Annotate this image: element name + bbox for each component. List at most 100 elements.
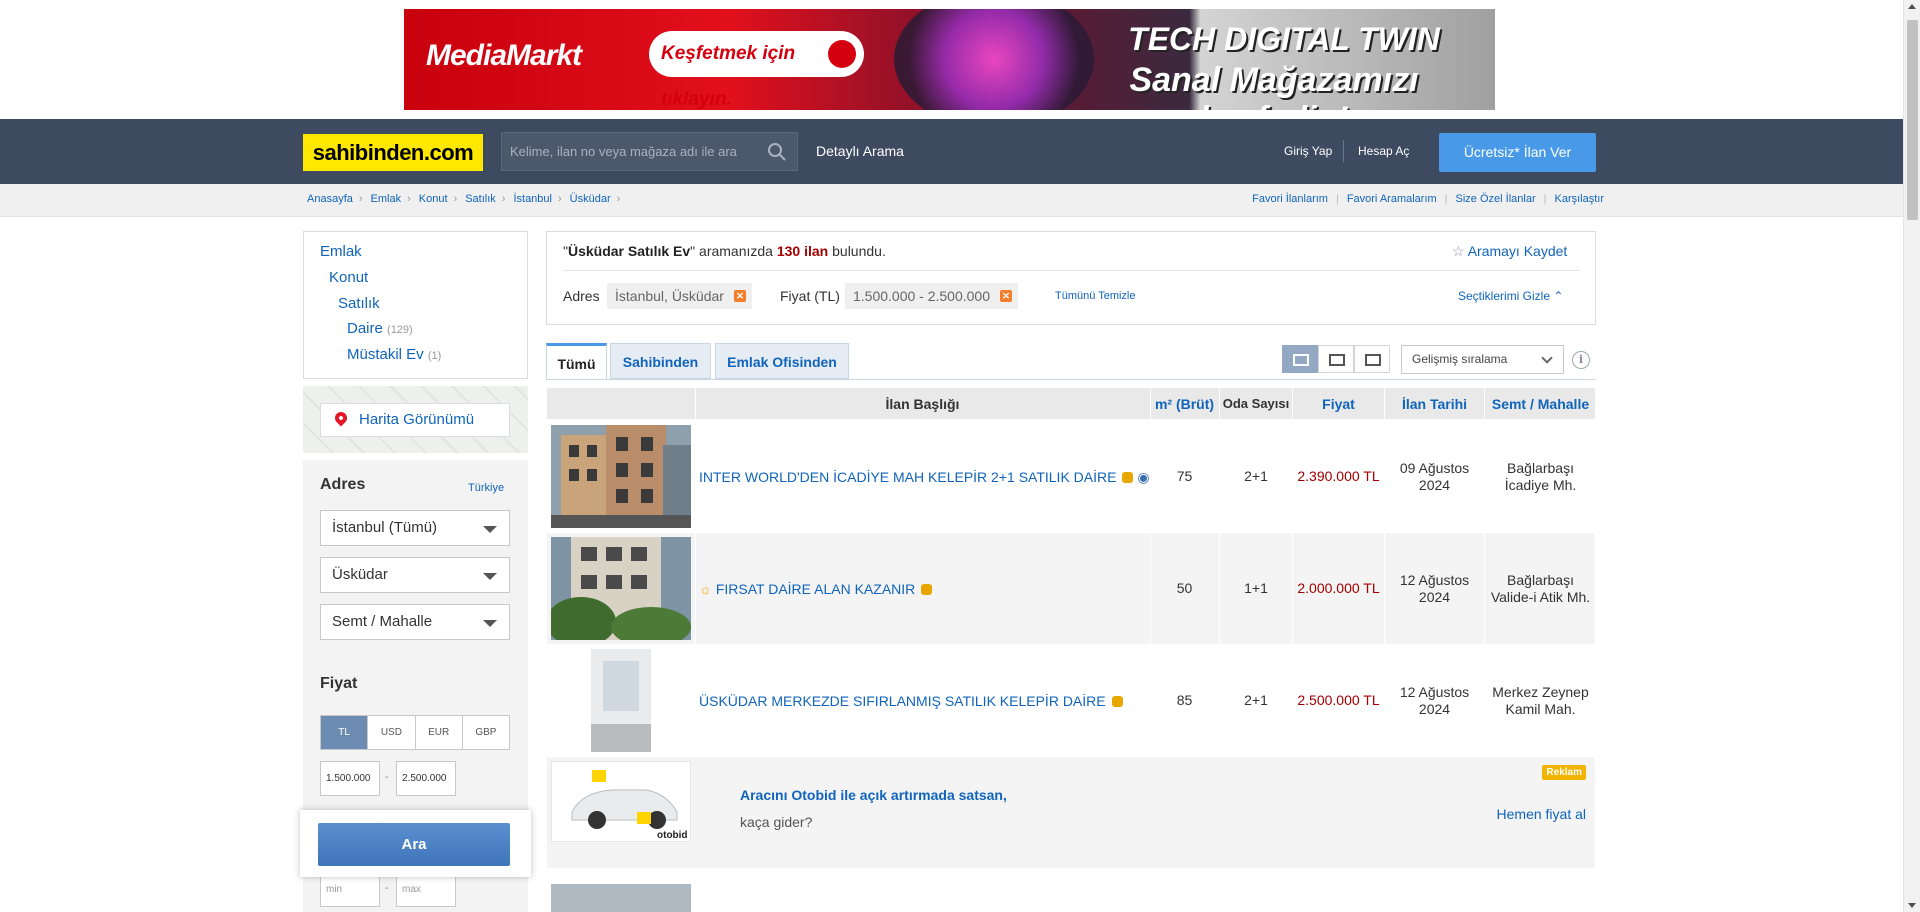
listing-price: 2.500.000 TL (1297, 692, 1380, 708)
category-emlak[interactable]: Emlak (320, 243, 362, 260)
range-dash: - (385, 772, 389, 783)
separator: | (1444, 193, 1448, 205)
summary-divider (563, 270, 1580, 271)
column-header-title: İlan Başlığı (885, 395, 960, 412)
breadcrumb-item[interactable]: Anasayfa (307, 193, 353, 205)
currency-selector: TL USD EUR GBP (320, 715, 510, 750)
breadcrumb-item[interactable]: İstanbul (513, 193, 552, 205)
column-header-area[interactable]: m² (Brüt) (1150, 388, 1219, 419)
grid-view-button[interactable] (1354, 345, 1390, 373)
city-select[interactable]: İstanbul (Tümü) (320, 510, 510, 546)
separator: | (1335, 193, 1339, 205)
listing-location: Bağlarbaşı İcadiye Mh. (1504, 459, 1577, 493)
column-header-rooms: Oda Sayısı (1222, 395, 1290, 411)
scroll-down-icon[interactable] (1908, 903, 1916, 908)
listing-photo[interactable] (551, 649, 691, 752)
recommended-listings-link[interactable]: Size Özel İlanlar (1456, 193, 1536, 205)
favorite-listings-link[interactable]: Favori İlanlarım (1252, 193, 1328, 205)
hide-selected-link[interactable]: Seçtiklerimi Gizle ⌃ (1458, 289, 1563, 303)
listing-photo[interactable] (551, 425, 691, 528)
column-header-date[interactable]: İlan Tarihi (1385, 388, 1484, 419)
negotiable-icon (1111, 696, 1123, 707)
site-logo[interactable]: sahibinden.com (303, 134, 483, 171)
column-header-price[interactable]: Fiyat (1293, 388, 1384, 419)
breadcrumb-item[interactable]: Üsküdar (570, 193, 611, 205)
category-daire[interactable]: Daire (129) (347, 320, 413, 337)
listing-photo[interactable] (551, 884, 691, 912)
column-divider (1150, 388, 1151, 756)
list-view-button[interactable] (1282, 345, 1318, 373)
ad-banner[interactable]: MediaMarkt Keşfetmek için tıklayın. TECH… (404, 9, 1495, 110)
breadcrumb-bar (0, 184, 1903, 217)
post-ad-button[interactable]: Ücretsiz* İlan Ver (1439, 133, 1596, 172)
country-link[interactable]: Türkiye (468, 482, 504, 494)
save-search-button[interactable]: ☆ Aramayı Kaydet (1452, 243, 1567, 260)
breadcrumb-item[interactable]: Konut (419, 193, 448, 205)
scroll-up-icon[interactable] (1908, 4, 1916, 9)
price-filter-chip[interactable]: 1.500.000 - 2.500.000 (845, 283, 1019, 309)
login-link[interactable]: Giriş Yap (1284, 144, 1332, 158)
banner-cta-button[interactable]: Keşfetmek için tıklayın. (649, 31, 864, 110)
sponsored-row[interactable]: otobid Aracını Otobid ile açık artırmada… (547, 757, 1595, 868)
signup-link[interactable]: Hesap Aç (1358, 144, 1409, 158)
category-label: Daire (347, 320, 383, 337)
listing-title[interactable]: INTER WORLD'DEN İCADİYE MAH KELEPİR 2+1 … (699, 469, 1150, 486)
listing-title[interactable]: ☼ FIRSAT DAİRE ALAN KAZANIR (699, 581, 933, 597)
price-min-input[interactable]: 1.500.000 (320, 761, 380, 796)
listing-title-text: INTER WORLD'DEN İCADİYE MAH KELEPİR 2+1 … (699, 469, 1117, 485)
breadcrumb-item[interactable]: Satılık (465, 193, 496, 205)
category-konut[interactable]: Konut (329, 269, 368, 286)
listing-date: 12 Ağustos 2024 (1399, 683, 1470, 717)
tab-by-agency[interactable]: Emlak Ofisinden (715, 343, 849, 379)
column-header-location[interactable]: Semt / Mahalle (1485, 388, 1596, 419)
breadcrumb-item[interactable]: Emlak (371, 193, 402, 205)
ad-badge: Reklam (1542, 765, 1586, 780)
price-filter-label: Fiyat (TL) (780, 288, 840, 304)
clear-all-filters-link[interactable]: Tümünü Temizle (1055, 290, 1136, 302)
negotiable-icon (1122, 472, 1134, 483)
vertical-scrollbar[interactable] (1903, 0, 1920, 912)
currency-gbp[interactable]: GBP (462, 716, 509, 749)
listing-photo[interactable] (551, 537, 691, 640)
chevron-right-icon: › (453, 193, 458, 205)
search-icon[interactable] (767, 142, 787, 162)
search-input[interactable] (502, 133, 757, 170)
sort-select[interactable]: Gelişmiş sıralama (1401, 345, 1564, 374)
detailed-search-link[interactable]: Detaylı Arama (816, 143, 904, 159)
search-box (501, 132, 798, 171)
listing-row-partial[interactable] (547, 874, 1595, 912)
columns-icon (1293, 354, 1309, 366)
favorite-searches-link[interactable]: Favori Aramalarım (1347, 193, 1437, 205)
search-submit-button[interactable]: Ara (318, 823, 510, 866)
min-input[interactable]: min (320, 872, 380, 907)
get-price-link[interactable]: Hemen fiyat al (1497, 806, 1586, 822)
price-max-input[interactable]: 2.500.000 (396, 761, 456, 796)
map-view-button[interactable]: Harita Görünümü (320, 403, 510, 437)
map-preview[interactable]: Harita Görünümü (303, 386, 528, 453)
banner-headline: TECH DIGITAL TWIN (1128, 21, 1440, 57)
otobid-ad-image[interactable]: otobid (551, 761, 691, 842)
max-input[interactable]: max (396, 872, 456, 907)
district-select[interactable]: Üsküdar (320, 557, 510, 593)
tab-all[interactable]: Tümü (546, 343, 607, 379)
currency-eur[interactable]: EUR (415, 716, 463, 749)
currency-tl[interactable]: TL (321, 716, 369, 749)
compare-link[interactable]: Karşılaştır (1554, 193, 1604, 205)
scrollbar-thumb[interactable] (1907, 20, 1918, 220)
tab-by-owner[interactable]: Sahibinden (610, 343, 711, 379)
currency-usd[interactable]: USD (368, 716, 416, 749)
listing-area: 50 (1176, 580, 1193, 596)
location-pin-icon (332, 409, 350, 427)
result-count: 130 ilan (776, 243, 829, 259)
sun-icon: ☼ (699, 581, 712, 597)
detailed-list-view-button[interactable] (1318, 345, 1354, 373)
category-satilik[interactable]: Satılık (338, 295, 380, 312)
info-icon[interactable]: i (1572, 351, 1590, 369)
listing-title[interactable]: ÜSKÜDAR MERKEZDE SIFIRLANMIŞ SATILIK KEL… (699, 693, 1123, 709)
ad-title[interactable]: Aracını Otobid ile açık artırmada satsan… (740, 787, 1007, 803)
listing-area: 85 (1176, 692, 1193, 708)
category-mustakil-ev[interactable]: Müstakil Ev (1) (347, 346, 441, 363)
neighborhood-select[interactable]: Semt / Mahalle (320, 604, 510, 640)
address-filter-chip[interactable]: İstanbul, Üsküdar (607, 283, 752, 309)
ad-subtitle: kaça gider? (740, 814, 813, 830)
